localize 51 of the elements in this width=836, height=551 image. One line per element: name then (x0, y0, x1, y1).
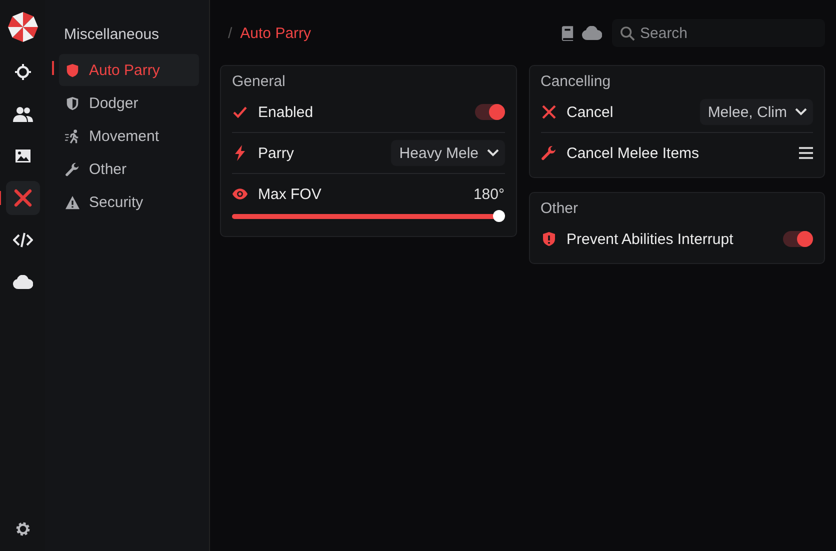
card-title: Other (540, 200, 580, 217)
slider[interactable] (232, 210, 504, 222)
chevron-down-icon (486, 149, 498, 157)
shield-icon (65, 62, 80, 78)
cloud-icon[interactable] (582, 26, 602, 40)
slider-value: 180° (473, 186, 504, 202)
wrench-icon (540, 145, 556, 161)
settings-icon[interactable] (14, 521, 30, 537)
sidebar-item[interactable]: Auto Parry (59, 54, 199, 86)
slider-thumb[interactable] (492, 210, 504, 222)
umbrella-logo-icon (6, 11, 38, 43)
card-title: General (232, 73, 286, 90)
dropdown[interactable]: Melee, Clim (700, 99, 813, 125)
sidebar-item[interactable]: Movement (59, 120, 199, 152)
setting-label: Enabled (258, 104, 314, 120)
eye-icon (232, 186, 248, 202)
cross-tools-icon (14, 189, 32, 207)
image-icon (14, 148, 30, 164)
search-field[interactable]: Search (612, 19, 825, 47)
search-icon (620, 26, 635, 41)
setting-label: Cancel Melee Items (566, 144, 700, 162)
users-icon (12, 106, 32, 122)
setting-label: Max FOV (258, 186, 322, 202)
shield-alert-icon (540, 231, 556, 247)
book-icon[interactable] (561, 26, 574, 40)
crosshair-icon (14, 64, 30, 80)
menu-icon[interactable] (799, 147, 813, 159)
breadcrumb-current: Auto Parry (240, 24, 312, 42)
cloud-icon (12, 275, 32, 289)
cross-icon (540, 104, 556, 120)
sidebar-item[interactable]: Other (59, 153, 199, 185)
tools-tab[interactable] (6, 181, 40, 215)
sidebar-title: Miscellaneous (64, 26, 160, 43)
check-icon (232, 104, 248, 120)
sidebar-item[interactable]: Security (59, 186, 199, 218)
setting-label: Cancel (566, 104, 614, 120)
chevron-down-icon (795, 108, 807, 116)
dropdown[interactable]: Heavy Mele (391, 140, 504, 166)
toggle-switch[interactable] (474, 104, 504, 120)
warning-icon (65, 194, 80, 210)
card-title: Cancelling (540, 73, 612, 90)
wrench-icon (65, 162, 80, 176)
setting-label: Prevent Abilities Interrupt (566, 230, 734, 248)
sidebar-item[interactable]: Dodger (59, 87, 199, 119)
runner-icon (65, 128, 80, 144)
breadcrumb-separator: / (228, 24, 232, 42)
toggle-switch[interactable] (783, 231, 813, 247)
setting-label: Parry (258, 144, 294, 162)
code-icon (12, 232, 32, 248)
shield-icon (65, 96, 80, 110)
bolt-icon (232, 145, 248, 161)
